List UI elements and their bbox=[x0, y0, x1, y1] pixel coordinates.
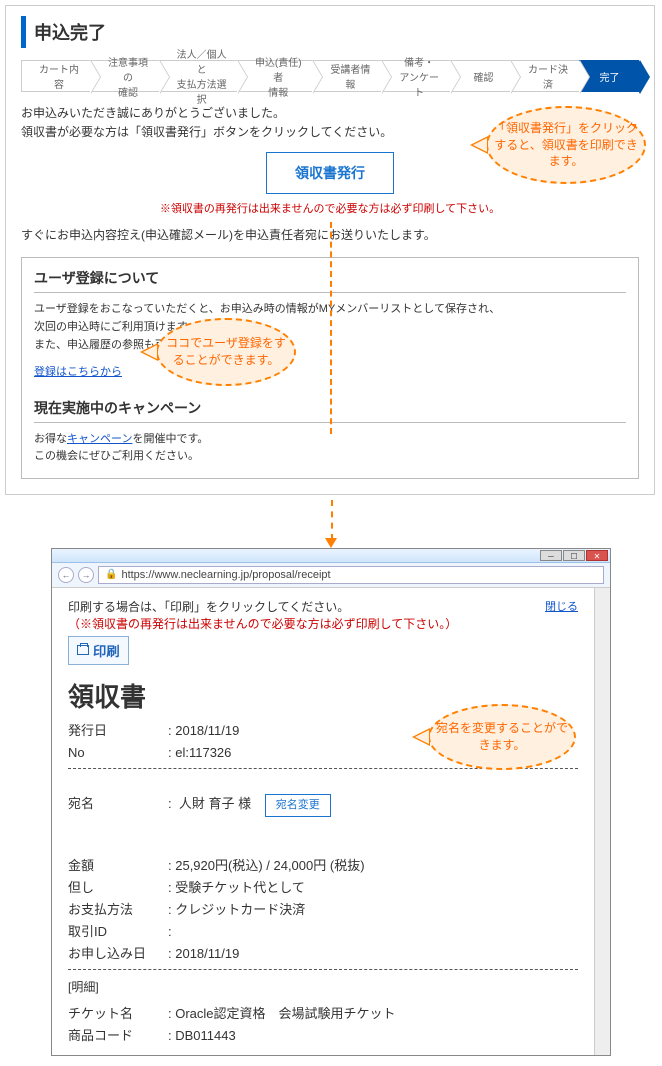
printer-icon bbox=[77, 645, 89, 655]
campaign-body: お得なキャンペーンを開催中です。 この機会にぜひご利用ください。 bbox=[34, 431, 626, 466]
connector-line-upper bbox=[330, 222, 332, 434]
callout-register: ココでユーザ登録をすることができます。 bbox=[156, 318, 296, 386]
browser-navbar: ← → 🔒 https://www.neclearning.jp/proposa… bbox=[52, 563, 610, 588]
callout-tail-icon bbox=[470, 136, 488, 154]
callout-tail-icon bbox=[140, 343, 158, 361]
close-link[interactable]: 閉じる bbox=[545, 598, 578, 614]
completion-panel: 申込完了 カート内容 注意事項の 確認 法人／個人と 支払方法選択 申込(責任)… bbox=[5, 5, 655, 495]
row-name: 宛名 人財 育子 様 宛名変更 bbox=[68, 793, 578, 817]
arrow-down-icon bbox=[325, 538, 337, 548]
scrollbar[interactable] bbox=[594, 588, 610, 1056]
callout-issue-receipt: 「領収書発行」をクリックすると、領収書を印刷できます。 bbox=[486, 106, 646, 184]
register-link[interactable]: 登録はこちらから bbox=[34, 366, 122, 378]
forward-icon[interactable]: → bbox=[78, 567, 94, 583]
receipt-body: 閉じる 印刷する場合は、「印刷」をクリックしてください。 （※領収書の再発行は出… bbox=[52, 588, 594, 1056]
row-amount: 金額25,920円(税込) / 24,000円 (税抜) bbox=[68, 855, 578, 877]
row-code: 商品コードDB011443 bbox=[68, 1025, 578, 1047]
print-button[interactable]: 印刷 bbox=[68, 636, 129, 665]
row-applydate: お申し込み日2018/11/19 bbox=[68, 943, 578, 965]
connector-arrow bbox=[0, 500, 662, 548]
detail-header: [明細] bbox=[68, 978, 578, 995]
page-title: 申込完了 bbox=[21, 16, 639, 48]
back-icon[interactable]: ← bbox=[58, 567, 74, 583]
reissue-warning: ※領収書の再発行は出来ませんので必要な方は必ず印刷して下さい。 bbox=[21, 200, 639, 216]
window-minimize-button[interactable]: ─ bbox=[540, 550, 562, 561]
change-name-button[interactable]: 宛名変更 bbox=[265, 794, 331, 817]
issue-receipt-button[interactable]: 領収書発行 bbox=[266, 152, 394, 194]
callout-tail-icon bbox=[412, 728, 430, 746]
step-applicant: 申込(責任)者 情報 bbox=[237, 60, 312, 92]
window-maximize-button[interactable]: ☐ bbox=[563, 550, 585, 561]
row-ticket: チケット名Oracle認定資格 会場試験用チケット bbox=[68, 1003, 578, 1025]
row-reason: 但し受験チケット代として bbox=[68, 877, 578, 899]
row-paymethod: お支払方法クレジットカード決済 bbox=[68, 899, 578, 921]
campaign-link[interactable]: キャンペーン bbox=[67, 433, 132, 445]
window-titlebar: ─ ☐ ✕ bbox=[52, 549, 610, 563]
print-instruction: 印刷する場合は、「印刷」をクリックしてください。 bbox=[68, 598, 578, 615]
row-txid: 取引ID bbox=[68, 921, 578, 943]
receipt-window: ─ ☐ ✕ ← → 🔒 https://www.neclearning.jp/p… bbox=[51, 548, 611, 1057]
callout-change-name: 宛名を変更することができます。 bbox=[428, 704, 576, 770]
step-paymethod: 法人／個人と 支払方法選択 bbox=[159, 60, 237, 92]
lock-icon: 🔒 bbox=[105, 569, 117, 580]
url-text: https://www.neclearning.jp/proposal/rece… bbox=[121, 569, 330, 581]
step-cart: カート内容 bbox=[21, 60, 90, 92]
window-close-button[interactable]: ✕ bbox=[586, 550, 608, 561]
address-bar[interactable]: 🔒 https://www.neclearning.jp/proposal/re… bbox=[98, 566, 604, 584]
step-bar: カート内容 注意事項の 確認 法人／個人と 支払方法選択 申込(責任)者 情報 … bbox=[21, 60, 639, 92]
print-warning: （※領収書の再発行は出来ませんので必要な方は必ず印刷して下さい。） bbox=[68, 615, 578, 632]
